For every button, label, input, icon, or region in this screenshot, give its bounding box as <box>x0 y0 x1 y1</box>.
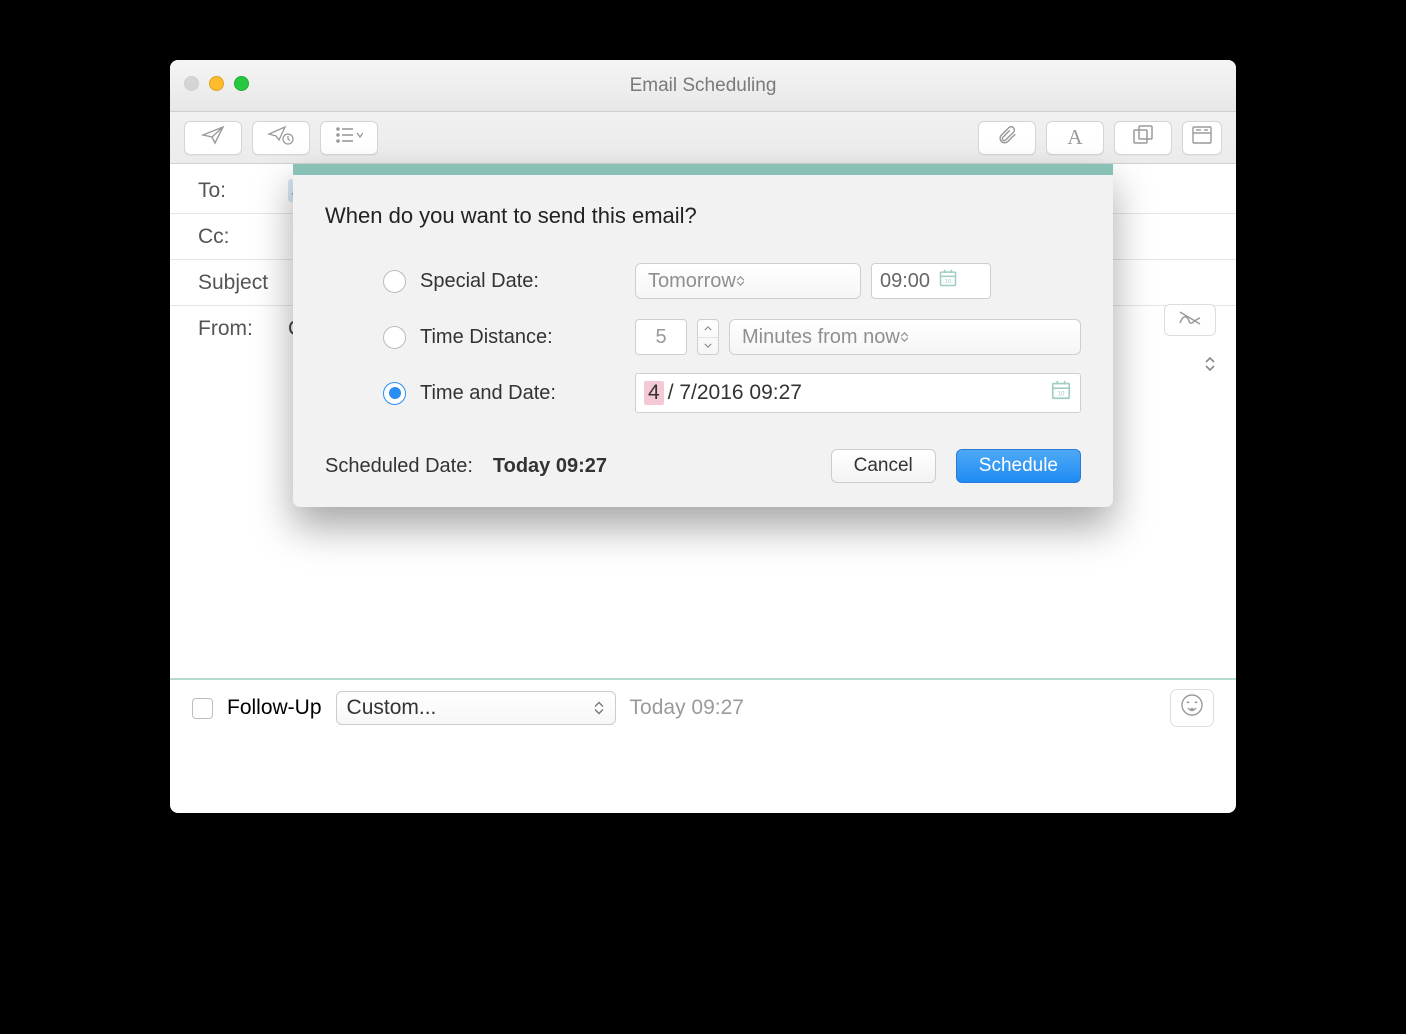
datetime-rest: / 7/2016 09:27 <box>668 381 802 405</box>
paper-plane-icon <box>201 125 225 150</box>
option-special-date[interactable]: Special Date: Tomorrow 09:00 10 <box>325 253 1081 309</box>
compose-window: Email Scheduling <box>170 60 1236 813</box>
font-icon: A <box>1067 125 1082 150</box>
toggle-signed-button[interactable] <box>1164 304 1216 336</box>
from-select-stepper[interactable] <box>1204 356 1216 372</box>
chevron-down-icon <box>1204 364 1216 372</box>
emoji-picker-button[interactable] <box>1170 689 1214 727</box>
scheduled-date-label: Scheduled Date: <box>325 455 473 478</box>
option-timedate-label: Time and Date: <box>420 382 556 405</box>
special-date-time-input[interactable]: 09:00 10 <box>871 263 991 299</box>
option-distance-label: Time Distance: <box>420 326 553 349</box>
minimize-window-button[interactable] <box>209 76 224 91</box>
distance-unit-select[interactable]: Minutes from now <box>729 319 1081 355</box>
radio-time-distance[interactable] <box>383 326 406 349</box>
radio-special-date[interactable] <box>383 270 406 293</box>
datetime-highlight: 4 <box>644 381 664 405</box>
duplicate-icon <box>1132 125 1154 150</box>
stepper-up-icon <box>698 320 718 338</box>
cc-label: Cc: <box>198 225 288 249</box>
modal-heading: When do you want to send this email? <box>325 203 1081 229</box>
scheduled-date-value: Today 09:27 <box>493 455 607 478</box>
datetime-input[interactable]: 4 / 7/2016 09:27 10 <box>635 373 1081 413</box>
header-icon <box>1192 126 1212 149</box>
distance-unit-value: Minutes from now <box>742 326 900 349</box>
paper-plane-clock-icon <box>267 125 295 150</box>
paperclip-icon <box>996 124 1018 151</box>
option-time-distance[interactable]: Time Distance: 5 Minutes from now <box>325 309 1081 365</box>
special-time-value: 09:00 <box>880 270 930 293</box>
chevron-down-icon <box>736 281 745 286</box>
subject-label: Subject <box>198 271 268 295</box>
chevron-up-icon <box>594 702 604 708</box>
option-special-label: Special Date: <box>420 270 539 293</box>
schedule-button[interactable]: Schedule <box>956 449 1081 483</box>
send-button[interactable] <box>184 121 242 155</box>
followup-select[interactable]: Custom... <box>336 691 616 725</box>
send-later-button[interactable] <box>252 121 310 155</box>
from-label: From: <box>198 317 288 341</box>
followup-checkbox[interactable] <box>192 698 213 719</box>
zoom-window-button[interactable] <box>234 76 249 91</box>
window-title: Email Scheduling <box>170 75 1236 97</box>
schedule-modal: When do you want to send this email? Spe… <box>293 164 1113 507</box>
chevron-down-icon <box>900 337 909 342</box>
list-icon <box>335 126 363 149</box>
stepper-down-icon <box>698 338 718 355</box>
attach-button[interactable] <box>978 121 1036 155</box>
format-button[interactable]: A <box>1046 121 1104 155</box>
header-toggle-button[interactable] <box>1182 121 1222 155</box>
svg-text:10: 10 <box>1057 391 1065 398</box>
radio-time-and-date[interactable] <box>383 382 406 405</box>
option-time-and-date[interactable]: Time and Date: 4 / 7/2016 09:27 10 <box>325 365 1081 421</box>
modal-accent-bar <box>293 164 1113 175</box>
svg-text:10: 10 <box>945 279 952 285</box>
traffic-lights <box>184 76 249 91</box>
list-options-button[interactable] <box>320 121 378 155</box>
calendar-icon: 10 <box>938 268 958 294</box>
cancel-button-label: Cancel <box>854 455 913 477</box>
footer: Follow-Up Custom... Today 09:27 <box>170 680 1236 736</box>
calendar-icon[interactable]: 10 <box>1050 379 1072 407</box>
duplicate-button[interactable] <box>1114 121 1172 155</box>
distance-value-input[interactable]: 5 <box>635 319 687 355</box>
toolbar: A <box>170 112 1236 164</box>
special-date-select[interactable]: Tomorrow <box>635 263 861 299</box>
chevron-down-icon <box>594 709 604 715</box>
followup-label: Follow-Up <box>227 696 322 720</box>
distance-value: 5 <box>655 326 666 349</box>
schedule-button-label: Schedule <box>979 455 1058 477</box>
close-window-button[interactable] <box>184 76 199 91</box>
emoji-icon <box>1180 693 1204 723</box>
to-label: To: <box>198 179 288 203</box>
crossed-pen-icon <box>1177 309 1203 332</box>
distance-stepper[interactable] <box>697 319 719 355</box>
followup-select-value: Custom... <box>347 696 437 720</box>
chevron-up-icon <box>1204 356 1216 364</box>
footer-time: Today 09:27 <box>630 696 744 720</box>
titlebar: Email Scheduling <box>170 60 1236 112</box>
cancel-button[interactable]: Cancel <box>831 449 936 483</box>
special-date-value: Tomorrow <box>648 270 736 293</box>
